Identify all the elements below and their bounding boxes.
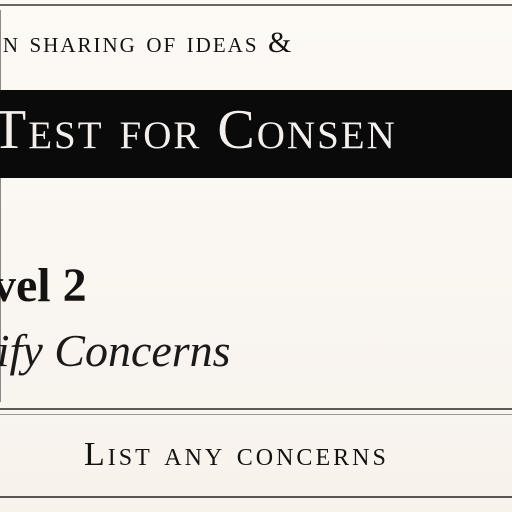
level-heading: vel 2: [0, 259, 87, 312]
title-band: Test for Consen: [0, 90, 512, 178]
bottom-rule: [0, 496, 512, 498]
sharing-ideas-heading: en sharing of ideas &: [0, 26, 294, 59]
document-page: en sharing of ideas & Test for Consen ve…: [0, 0, 512, 512]
top-rule: [0, 4, 512, 6]
divider-rule-thick: [0, 408, 512, 410]
divider-rule-thin: [0, 414, 512, 415]
identify-concerns-subheading: tify Concerns: [0, 325, 231, 376]
test-for-consensus-title: Test for Consen: [0, 99, 397, 161]
list-concerns-text: List any concerns: [84, 436, 389, 473]
